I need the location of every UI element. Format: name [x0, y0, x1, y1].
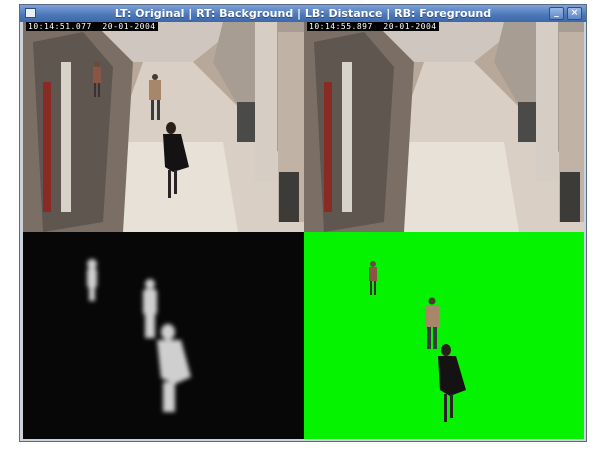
- original-frame-image: [23, 22, 304, 232]
- window-title: LT: Original | RT: Background | LB: Dist…: [114, 7, 492, 20]
- minimize-button[interactable]: _: [549, 7, 564, 20]
- foreground-view: [304, 232, 584, 439]
- distance-view: [23, 232, 304, 439]
- original-timestamp: 10:14:51.077 20-01-2004: [26, 22, 158, 31]
- video-grid: 10:14:51.077 20-01-2004 10:14:55.897 20-…: [23, 22, 584, 439]
- background-timestamp: 10:14:55.897 20-01-2004: [307, 22, 439, 31]
- title-bar[interactable]: LT: Original | RT: Background | LB: Dist…: [20, 5, 586, 22]
- original-view: 10:14:51.077 20-01-2004: [23, 22, 304, 232]
- foreground-frame-image: [304, 232, 584, 439]
- app-window: LT: Original | RT: Background | LB: Dist…: [19, 4, 587, 442]
- close-icon: ×: [570, 8, 579, 18]
- close-button[interactable]: ×: [567, 7, 582, 20]
- minimize-icon: _: [554, 8, 559, 18]
- background-frame-image: [304, 22, 584, 232]
- distance-frame-image: [23, 232, 304, 439]
- background-view: 10:14:55.897 20-01-2004: [304, 22, 584, 232]
